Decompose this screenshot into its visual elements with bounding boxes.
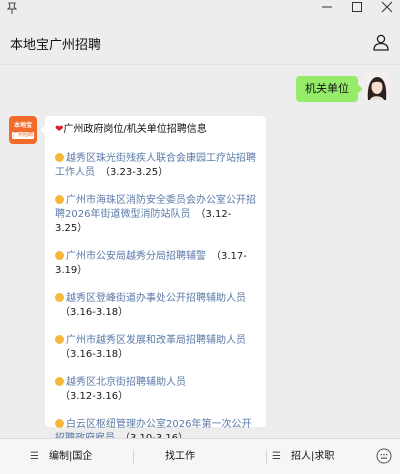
bullet-icon (55, 195, 64, 204)
bot-avatar[interactable]: 本地宝 广州招聘 (9, 116, 37, 144)
chat-area[interactable]: 机关单位 本地宝 广州招聘 ❤广州政府岗位/机关单位招聘信息 越秀区珠光街残疾人… (0, 66, 400, 444)
job-date: （3.12-3.16） (60, 391, 129, 402)
bottom-menu-bar: ☰ 编制|国企 找工作 ☰ 招人|求职 (0, 438, 400, 474)
close-icon[interactable] (375, 0, 399, 14)
menu-icon: ☰ (272, 451, 281, 462)
chat-header: 本地宝广州招聘 (0, 17, 400, 65)
menu-divider (266, 450, 267, 464)
menu-divider (133, 450, 134, 464)
bullet-icon (55, 293, 64, 302)
keyboard-icon[interactable] (376, 448, 392, 464)
bullet-icon (55, 335, 64, 344)
reply-message-bubble: ❤广州政府岗位/机关单位招聘信息 越秀区珠光街残疾人联合会康园工疗站招聘工作人员… (40, 116, 266, 444)
job-item[interactable]: 广州市海珠区消防安全委员会办公室公开招聘2026年街道微型消防站队员 （3.12-… (55, 194, 258, 236)
job-date: （3.16-3.18） (60, 307, 129, 318)
job-link[interactable]: 越秀区北京街招聘辅助人员 (66, 377, 186, 388)
bot-avatar-subtitle: 广州招聘 (12, 132, 34, 139)
job-date: （3.16-3.18） (60, 349, 129, 360)
bullet-icon (55, 153, 64, 162)
menu-item-label: 招人|求职 (290, 451, 335, 462)
menu-item-recruit[interactable]: ☰ 招人|求职 (272, 439, 334, 474)
window-titlebar (0, 0, 400, 17)
job-item[interactable]: 越秀区北京街招聘辅助人员 （3.12-3.16） (55, 376, 258, 404)
menu-item-find-job[interactable]: 找工作 (165, 439, 195, 474)
chat-title: 本地宝广州招聘 (10, 38, 102, 53)
minimize-icon[interactable] (315, 0, 339, 14)
reply-heading-text: 广州政府岗位/机关单位招聘信息 (63, 124, 207, 135)
person-icon[interactable] (372, 33, 390, 51)
bot-avatar-logo-text: 本地宝 (13, 122, 32, 129)
reply-heading: ❤广州政府岗位/机关单位招聘信息 (55, 123, 258, 137)
job-item[interactable]: 越秀区登峰街道办事处公开招聘辅助人员 （3.16-3.18） (55, 292, 258, 320)
menu-item-label: 编制|国企 (48, 451, 93, 462)
bullet-icon (55, 377, 64, 386)
job-link[interactable]: 广州市公安局越秀分局招聘辅警 (66, 251, 206, 262)
maximize-icon[interactable] (345, 0, 369, 14)
user-avatar[interactable] (362, 72, 390, 100)
job-item[interactable]: 广州市公安局越秀分局招聘辅警 （3.17-3.19） (55, 250, 258, 278)
menu-item-label: 找工作 (165, 451, 195, 462)
sent-message-bubble[interactable]: 机关单位 (296, 76, 363, 102)
bullet-icon (55, 419, 64, 428)
job-link[interactable]: 越秀区登峰街道办事处公开招聘辅助人员 (66, 293, 246, 304)
job-item[interactable]: 越秀区珠光街残疾人联合会康园工疗站招聘工作人员 （3.23-3.25） (55, 152, 258, 180)
user-avatar-image (362, 72, 390, 100)
pin-icon[interactable] (5, 1, 19, 15)
bullet-icon (55, 251, 64, 260)
job-date: （3.23-3.25） (100, 167, 169, 178)
job-item[interactable]: 广州市越秀区发展和改革局招聘辅助人员 （3.16-3.18） (55, 334, 258, 362)
menu-item-bianzhi[interactable]: ☰ 编制|国企 (30, 439, 92, 474)
menu-icon: ☰ (30, 451, 39, 462)
job-link[interactable]: 广州市越秀区发展和改革局招聘辅助人员 (66, 335, 246, 346)
